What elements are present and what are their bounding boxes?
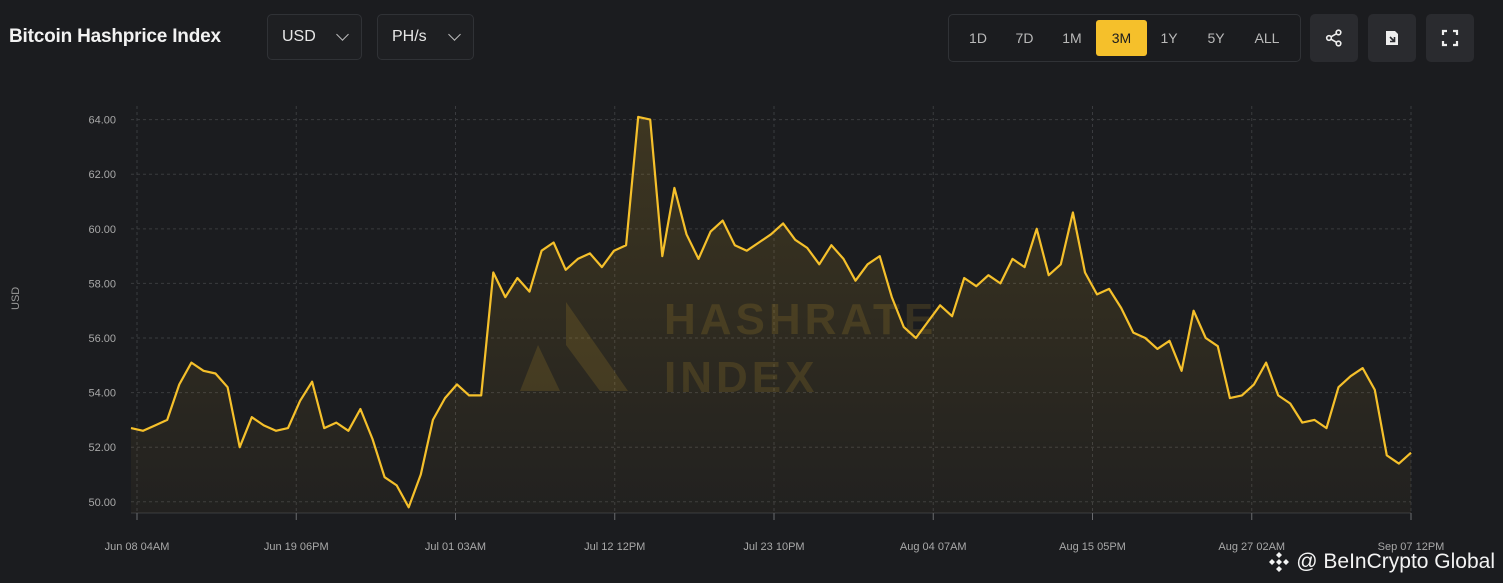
screenshot-icon bbox=[1386, 31, 1398, 45]
screenshot-button[interactable] bbox=[1368, 14, 1416, 62]
fullscreen-button[interactable] bbox=[1426, 14, 1474, 62]
y-tick-label: 62.00 bbox=[88, 169, 116, 181]
y-tick-label: 58.00 bbox=[88, 278, 116, 290]
range-button-1d[interactable]: 1D bbox=[955, 20, 1001, 56]
watermark-line1: HASHRATE bbox=[664, 295, 937, 344]
credit-watermark: @ BeInCrypto Global bbox=[1268, 550, 1495, 574]
unit-select-value: PH/s bbox=[392, 28, 427, 45]
range-button-3m[interactable]: 3M bbox=[1096, 20, 1147, 56]
x-tick-label: Aug 15 05PM bbox=[1059, 541, 1126, 553]
time-range-selector: 1D 7D 1M 3M 1Y 5Y ALL bbox=[948, 14, 1301, 62]
share-button[interactable] bbox=[1310, 14, 1358, 62]
y-tick-label: 60.00 bbox=[88, 224, 116, 236]
y-tick-label: 64.00 bbox=[88, 115, 116, 127]
hashprice-chart: HASHRATE INDEX 64.00 62.00 60.00 58.00 56.00… bbox=[88, 106, 1444, 553]
x-tick-label: Jun 19 06PM bbox=[264, 541, 329, 553]
y-tick-label: 52.00 bbox=[88, 442, 116, 454]
unit-select[interactable]: PH/s bbox=[377, 14, 474, 60]
series-line bbox=[130, 115, 1412, 509]
hashrate-index-logo-icon bbox=[520, 345, 560, 391]
x-tick-label: Aug 04 07AM bbox=[900, 541, 967, 553]
x-tick-label: Jul 01 03AM bbox=[425, 541, 486, 553]
y-tick-label: 54.00 bbox=[88, 388, 116, 400]
series-area bbox=[131, 116, 1411, 514]
range-button-7d[interactable]: 7D bbox=[1001, 20, 1048, 56]
currency-select-value: USD bbox=[282, 28, 316, 45]
x-tick-label: Jul 12 12PM bbox=[584, 541, 645, 553]
y-tick-label: 56.00 bbox=[88, 333, 116, 345]
watermark-line2: INDEX bbox=[664, 353, 818, 402]
range-button-1m[interactable]: 1M bbox=[1048, 20, 1096, 56]
range-button-all[interactable]: ALL bbox=[1241, 20, 1293, 56]
y-tick-label: 50.00 bbox=[88, 497, 116, 509]
range-button-1y[interactable]: 1Y bbox=[1147, 20, 1191, 56]
hashrate-index-logo-icon bbox=[566, 302, 628, 391]
x-tick-label: Jun 08 04AM bbox=[105, 541, 170, 553]
share-icon bbox=[1325, 29, 1342, 47]
binance-logo-icon bbox=[1269, 552, 1290, 572]
x-tick-label: Jul 23 10PM bbox=[743, 541, 804, 553]
page-title: Bitcoin Hashprice Index bbox=[9, 26, 221, 47]
chevron-down-icon bbox=[336, 28, 349, 41]
fullscreen-icon bbox=[1441, 29, 1459, 47]
y-axis-title: USD bbox=[10, 286, 22, 310]
watermark: HASHRATE INDEX bbox=[520, 295, 937, 402]
currency-select[interactable]: USD bbox=[267, 14, 362, 60]
chevron-down-icon bbox=[448, 28, 461, 41]
range-button-5y[interactable]: 5Y bbox=[1191, 20, 1241, 56]
credit-text: @ BeInCrypto Global bbox=[1296, 550, 1495, 573]
